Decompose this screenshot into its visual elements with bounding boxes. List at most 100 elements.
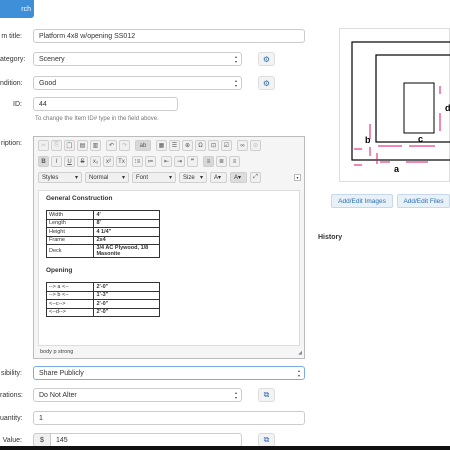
gear-icon: ⚙ (262, 78, 271, 88)
category-select[interactable]: Scenery (33, 52, 242, 66)
table-cell-value: 4 1/4" (93, 227, 160, 237)
item-title-label: m title: (1, 33, 22, 40)
visibility-label: sibility: (0, 370, 22, 377)
gear-icon: ⚙ (262, 54, 271, 64)
link-icon[interactable]: ∞ (237, 140, 248, 151)
styles-label: Styles (42, 174, 59, 181)
paste-text-icon[interactable]: ▤ (77, 140, 88, 151)
search-button[interactable]: rch (0, 0, 34, 18)
item-title-input[interactable]: Platform 4x8 w/opening SS012 (33, 29, 305, 43)
diagram-label-a: a (394, 164, 400, 174)
italic-icon[interactable]: I (51, 156, 62, 167)
opening-table: --> a <-- 2'-0" --> b <-- 1'-3" <--c--> 2'-0"… (45, 282, 160, 317)
font-label: Font (136, 174, 149, 181)
bulleted-list-icon[interactable]: ≔ (145, 156, 156, 167)
diagram-label-c: c (418, 134, 423, 144)
spellcheck-icon[interactable]: ab (135, 140, 151, 151)
value-label: Value: (2, 437, 22, 444)
history-heading: History (318, 234, 343, 241)
quantity-label: uantity: (0, 415, 23, 422)
condition-select[interactable]: Good (33, 76, 242, 90)
text-color-button[interactable]: A▾ (210, 172, 227, 183)
table-cell-key: --> a <-- (45, 282, 95, 292)
styles-dropdown[interactable]: Styles ▾ (38, 172, 82, 183)
checkbox-icon[interactable]: ☑ (221, 140, 232, 151)
cut-icon[interactable]: ✂ (38, 140, 49, 151)
visibility-select[interactable]: Share Publicly (33, 366, 305, 380)
alterations-copy-button[interactable]: ⧉ (258, 388, 275, 402)
table-row: <--c--> 2'-0" (45, 299, 160, 309)
table-row: Height 4 1/4" (45, 227, 160, 237)
remove-format-icon[interactable]: Tx (116, 156, 127, 167)
format-dropdown[interactable]: Normal ▾ (85, 172, 129, 183)
heading-opening: Opening (46, 267, 73, 274)
paste-icon[interactable]: 📋 (64, 140, 75, 151)
category-settings-button[interactable]: ⚙ (258, 52, 275, 66)
table-row: Frame 2x4 (45, 235, 160, 245)
table-row: --> a <-- 2'-0" (45, 282, 160, 292)
horizontal-rule-icon[interactable]: ☰ (169, 140, 180, 151)
outdent-icon[interactable]: ⇤ (161, 156, 172, 167)
numbered-list-icon[interactable]: ⁝≡ (132, 156, 143, 167)
copy-icon: ⧉ (263, 390, 270, 399)
bg-color-button[interactable]: A▾ (230, 172, 247, 183)
add-edit-files-button[interactable]: Add/Edit Files (397, 194, 450, 208)
bg-color-icon: A▾ (234, 175, 242, 181)
table-cell-key: Width (45, 210, 95, 220)
editor-toolbar-row-3: Styles ▾ Normal ▾ Font ▾ Size ▾ A▾ A▾ ⤢ (38, 172, 261, 184)
special-char-icon[interactable]: Ω (195, 140, 206, 151)
chevron-down-icon: ▾ (121, 175, 125, 181)
table-cell-value: 4' (93, 210, 160, 220)
editor-statusbar: body p strong (40, 349, 74, 355)
superscript-icon[interactable]: x² (103, 156, 114, 167)
condition-settings-button[interactable]: ⚙ (258, 76, 275, 90)
item-id-hint: To change the Item ID# type in the field… (35, 116, 159, 122)
align-left-icon[interactable]: ≡ (203, 156, 214, 167)
editor-content[interactable]: General Construction Width 4' Length 8' Heig… (38, 190, 300, 346)
table-cell-value: 8' (93, 218, 160, 228)
redo-icon[interactable]: ↷ (119, 140, 130, 151)
table-row: Width 4' (45, 210, 160, 220)
item-id-input[interactable]: 44 (33, 97, 178, 111)
undo-icon[interactable]: ↶ (106, 140, 117, 151)
paste-word-icon[interactable]: ▥ (90, 140, 101, 151)
size-label: Size (183, 174, 195, 181)
font-dropdown[interactable]: Font ▾ (132, 172, 176, 183)
copy-icon[interactable]: ⎘ (51, 140, 62, 151)
blockquote-icon[interactable]: ❞ (187, 156, 198, 167)
table-cell-key: <--d--> (45, 307, 95, 317)
collapse-toolbar-icon[interactable]: ▾ (294, 174, 301, 181)
bold-icon[interactable]: B (38, 156, 49, 167)
value-copy-button[interactable]: ⧉ (258, 433, 275, 447)
format-label: Normal (89, 174, 109, 181)
value-input[interactable]: 145 (50, 433, 242, 447)
align-center-icon[interactable]: ≣ (216, 156, 227, 167)
iframe-icon[interactable]: ⊡ (208, 140, 219, 151)
smiley-icon[interactable]: ⊕ (182, 140, 193, 151)
indent-icon[interactable]: ⇥ (174, 156, 185, 167)
subscript-icon[interactable]: x₂ (90, 156, 101, 167)
align-right-icon[interactable]: ≡ (229, 156, 240, 167)
table-cell-value: 2'-0" (93, 307, 160, 317)
table-row: Deck 3/4 AC Plywood, 1/8 Masonite (45, 244, 160, 258)
table-row: Length 8' (45, 218, 160, 228)
maximize-icon[interactable]: ⤢ (250, 172, 261, 183)
table-cell-key: --> b <-- (45, 290, 95, 300)
unlink-icon[interactable]: ⊘ (250, 140, 261, 151)
table-icon[interactable]: ▦ (156, 140, 167, 151)
description-label: ription: (0, 140, 22, 147)
alterations-label: rations: (0, 392, 23, 399)
quantity-input[interactable]: 1 (33, 411, 305, 425)
rich-text-editor: ✂ ⎘ 📋 ▤ ▥ ↶ ↷ ab ▦ ☰ ⊕ Ω ⊡ ☑ ∞ ⊘ B I U S… (33, 136, 305, 359)
underline-icon[interactable]: U (64, 156, 75, 167)
table-cell-key: Frame (45, 235, 95, 245)
alterations-select[interactable]: Do Not Alter (33, 388, 242, 402)
add-edit-images-button[interactable]: Add/Edit Images (331, 194, 393, 208)
table-cell-value: 2'-0" (93, 299, 160, 309)
resize-handle-icon[interactable]: ◢ (298, 350, 302, 356)
strikethrough-icon[interactable]: S (77, 156, 88, 167)
category-label: ategory: (0, 56, 26, 63)
id-label: ID: (13, 101, 22, 108)
size-dropdown[interactable]: Size ▾ (179, 172, 207, 183)
table-cell-key: Length (45, 218, 95, 228)
